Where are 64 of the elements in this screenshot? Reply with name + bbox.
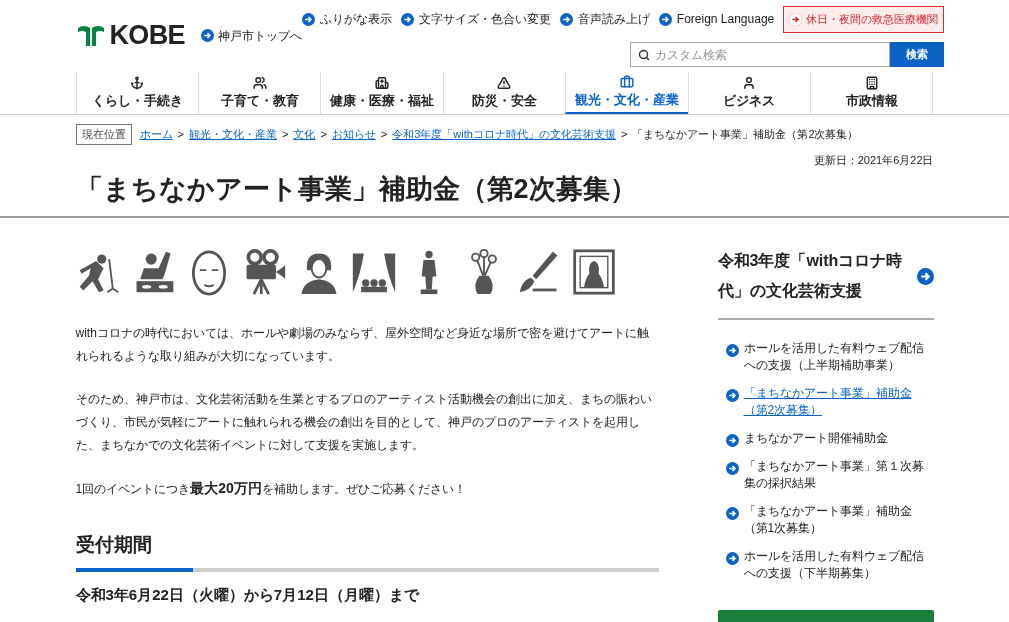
- sidebar-link[interactable]: ホールを活用した有料ウェブ配信への支援（上半期補助事業）: [743, 340, 934, 375]
- nav-tab[interactable]: 子育て・教育: [197, 72, 321, 114]
- anchor-icon: [130, 75, 145, 90]
- arrow-circle-icon: [725, 462, 739, 476]
- sidebar-link[interactable]: 「まちなかアート事業」補助金（第1次募集）: [743, 503, 934, 538]
- updated-date: 更新日：2021年6月22日: [813, 153, 934, 166]
- body-paragraph: withコロナの時代においては、ホールや劇場のみならず、屋外空間など身近な場所で密を避けてアートに触れられるような取り組みが大切になっています。: [75, 325, 650, 366]
- arrow-circle-icon: [789, 12, 803, 26]
- search-button[interactable]: 検索: [890, 41, 945, 67]
- arrow-circle-icon: [200, 29, 214, 42]
- page-title: 「まちなかアート事業」補助金（第2次募集）: [75, 172, 638, 206]
- building-icon: [864, 75, 879, 90]
- search-icon: [638, 48, 651, 61]
- arrow-circle-icon: [658, 12, 672, 26]
- arrow-circle-icon: [725, 507, 739, 521]
- person-icon: [742, 75, 757, 90]
- breadcrumb-link[interactable]: お知らせ: [331, 126, 376, 143]
- utility-link[interactable]: 音声読み上げ: [559, 10, 650, 29]
- sidebar-link[interactable]: 「まちなかアート事業」補助金（第2次募集）: [743, 385, 934, 420]
- arrow-circle-icon: [400, 12, 414, 26]
- logo-text[interactable]: KOBE: [109, 22, 185, 49]
- breadcrumb-separator: >: [620, 127, 628, 142]
- sidebar-link[interactable]: ホールを活用した有料ウェブ配信への支援（下半期募集）: [743, 548, 934, 583]
- sidebar-title-link[interactable]: 令和3年度「withコロナ時代」の文化芸術支援: [717, 246, 903, 307]
- arrow-circle-icon: [725, 552, 739, 566]
- sidebar-link[interactable]: 「まちなかアート事業」第１次募集の採択結果: [743, 458, 934, 493]
- nav-tab[interactable]: ビジネス: [687, 72, 811, 114]
- breadcrumb-separator: >: [320, 127, 327, 142]
- arrow-circle-icon: [725, 344, 739, 358]
- top-page-link[interactable]: 神戸市トップへ: [200, 26, 302, 45]
- breadcrumb-current: 「まちなかアート事業」補助金（第2次募集）: [632, 127, 859, 142]
- body-paragraph: 1回のイベントにつき最大20万円を補助します。ぜひご応募ください！: [75, 479, 467, 499]
- arrow-circle-icon: [725, 434, 739, 448]
- body-paragraph: そのため、神戸市は、文化芸術活動を生業とするプロのアーティスト活動機会の創出に加え、まちの賑わいづくり、市民が気軽にアートに触れられる機会の創出を目的として、神戸のプロのアーティストを起用した、まちなかでの文化芸術イベントに対して支援を実施します。: [75, 391, 653, 455]
- nav-tab[interactable]: くらし・手続き: [75, 72, 198, 114]
- nav-tab[interactable]: 健康・医療・福祉: [320, 72, 443, 114]
- emergency-link[interactable]: 休日・夜間の救急医療機関: [783, 6, 945, 33]
- people-icon: [252, 75, 267, 90]
- arrow-circle-icon: [559, 12, 573, 26]
- utility-link[interactable]: Foreign Language: [658, 10, 775, 29]
- breadcrumb-link[interactable]: ホーム: [139, 126, 173, 143]
- warning-icon: [497, 75, 512, 90]
- nav-tab[interactable]: 観光・文化・産業: [565, 72, 688, 114]
- breadcrumb-link[interactable]: 文化: [293, 126, 316, 143]
- arrow-circle-icon: [916, 267, 934, 285]
- arrow-circle-icon: [725, 389, 739, 403]
- breadcrumb-label: 現在位置: [75, 124, 132, 145]
- utility-link[interactable]: 文字サイズ・色合い変更: [400, 10, 551, 29]
- breadcrumb-separator: >: [281, 127, 289, 142]
- sidebar-link[interactable]: まちなかアート開催補助金: [743, 430, 888, 448]
- breadcrumb-link[interactable]: 観光・文化・産業: [188, 126, 277, 143]
- utility-link[interactable]: ふりがな表示: [301, 10, 392, 29]
- arrow-circle-icon: [301, 12, 315, 26]
- breadcrumb-separator: >: [177, 127, 184, 142]
- breadcrumb-separator: >: [380, 127, 388, 142]
- suitcase-icon: [619, 74, 634, 89]
- period-text: 令和3年6月22日（火曜）から7月12日（月曜）まで: [75, 584, 421, 605]
- nav-tab[interactable]: 市政情報: [810, 72, 934, 114]
- hospital-icon: [375, 75, 390, 90]
- section-heading: 受付期間: [75, 533, 153, 558]
- search-field[interactable]: カスタム検索: [630, 42, 891, 67]
- logo-mark-icon: [75, 23, 106, 48]
- nav-tab[interactable]: 防災・安全: [442, 72, 566, 114]
- breadcrumb-link[interactable]: 令和3年度「withコロナ時代」の文化芸術支援: [392, 126, 616, 143]
